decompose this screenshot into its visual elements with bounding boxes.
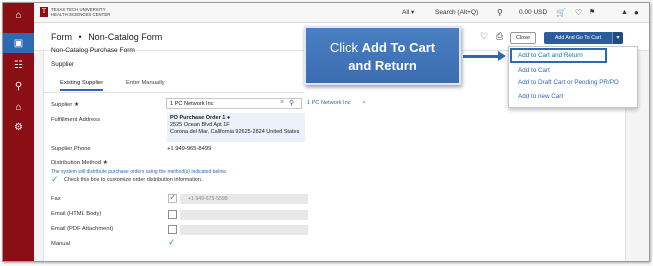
fulfillment-label: Fulfillment Address xyxy=(51,117,100,123)
callout-arrow xyxy=(463,55,499,58)
location-pin-icon: ● xyxy=(226,115,231,121)
selected-supplier-chip[interactable]: 1 PC Network Inc × xyxy=(307,100,366,106)
search-icon[interactable]: ⚲ xyxy=(497,3,503,23)
manual-checkbox[interactable]: ✓ xyxy=(168,237,176,248)
menu-item-add-to-cart[interactable]: Add to Cart xyxy=(518,67,550,74)
supplier-phone-value: +1 949-965-8499 xyxy=(167,146,212,152)
add-options-dropdown-button[interactable]: ▾ xyxy=(612,32,623,44)
print-icon[interactable]: ⎙ xyxy=(496,31,503,42)
home-icon[interactable]: ⌂ xyxy=(3,5,34,25)
vendor-icon[interactable]: ⚲ xyxy=(3,76,34,96)
supplier-search-icon[interactable]: ⚲ xyxy=(289,99,294,107)
distribution-label: Distribution Method ★ xyxy=(51,160,108,166)
email-html-label: Email (HTML Body) xyxy=(51,211,102,217)
breadcrumb-root[interactable]: Form xyxy=(51,32,72,42)
address-name: PO Purchase Order 1 ● xyxy=(170,115,231,121)
university-logo[interactable]: T Texas Tech University Health Sciences … xyxy=(40,7,110,17)
logo-mark-icon: T xyxy=(40,7,48,17)
instruction-callout: Click Add To Cart and Return xyxy=(304,26,461,85)
search-scope-select[interactable]: All ▾ xyxy=(402,3,414,23)
supplier-phone-label: Supplier Phone xyxy=(51,146,91,152)
email-html-checkbox[interactable] xyxy=(168,210,177,219)
user-icon[interactable]: ● xyxy=(634,3,639,23)
breadcrumb: Form • Non-Catalog Form xyxy=(51,32,162,42)
add-and-go-to-cart-button[interactable]: Add And Go To Cart xyxy=(544,32,612,44)
cart-icon[interactable]: ▣ xyxy=(3,33,34,53)
address-street: 2525 Ocean Blvd Apt 1F xyxy=(170,122,230,128)
left-nav-rail: ⌂ ▣ ☷ ⚲ ⌂ ⚙ xyxy=(3,3,34,261)
fax-label: Fax xyxy=(51,196,61,202)
search-input[interactable]: Search (Alt+Q) xyxy=(435,3,478,23)
cart-icon-top[interactable]: 🛒 xyxy=(556,3,566,23)
add-to-cart-menu: Add to Cart and Return Add to Cart Add t… xyxy=(508,46,638,108)
tab-existing-supplier[interactable]: Existing Supplier xyxy=(60,80,104,91)
settings-icon[interactable]: ⚙ xyxy=(3,117,34,137)
menu-item-add-to-cart-and-return[interactable]: Add to Cart and Return xyxy=(518,52,583,59)
cart-total[interactable]: 0.00 USD xyxy=(519,3,547,23)
clear-icon[interactable]: × xyxy=(280,99,284,106)
section-title: Non-Catalog Purchase Form xyxy=(51,47,135,54)
remove-chip-icon[interactable]: × xyxy=(363,100,366,106)
documents-icon[interactable]: ☷ xyxy=(3,55,34,75)
supplier-label: Supplier ★ xyxy=(51,102,80,108)
fax-input[interactable]: +1 949-675-5599 xyxy=(180,194,308,204)
supplier-input[interactable]: 1 PC Network Inc × ⚲ xyxy=(166,98,302,109)
email-pdf-label: Email (PDF Attachment) xyxy=(51,226,114,232)
top-bar: T Texas Tech University Health Sciences … xyxy=(34,3,649,23)
tabs-divider xyxy=(44,92,304,93)
menu-item-add-to-draft-cart[interactable]: Add to Draft Cart or Pending PR/PO xyxy=(518,79,619,86)
manual-label: Manual xyxy=(51,241,71,247)
breadcrumb-separator: • xyxy=(78,32,82,42)
email-pdf-input[interactable] xyxy=(180,225,308,235)
notifications-icon[interactable]: ▲ xyxy=(621,3,628,23)
email-html-input[interactable] xyxy=(180,210,308,220)
supplier-heading: Supplier xyxy=(51,61,75,68)
tab-enter-manually[interactable]: Enter Manually xyxy=(126,80,165,86)
favorite-form-icon[interactable]: ♡ xyxy=(480,31,488,42)
customize-label: Check this box to customize order distri… xyxy=(64,177,203,183)
fax-checkbox[interactable]: ✓ xyxy=(168,192,177,203)
address-city: Corona del Mar, California 92625-2824 Un… xyxy=(170,129,300,135)
bank-icon[interactable]: ⌂ xyxy=(3,97,34,117)
close-button[interactable]: Close xyxy=(510,32,536,44)
favorites-icon[interactable]: ♡ xyxy=(575,3,582,23)
app-window: ⌂ ▣ ☷ ⚲ ⌂ ⚙ T Texas Tech University Heal… xyxy=(2,2,650,262)
menu-item-add-to-new-cart[interactable]: Add to new Cart xyxy=(518,93,563,100)
fax-check-icon: ✓ xyxy=(169,192,177,202)
callout-arrow-head xyxy=(498,51,506,61)
logo-text: Texas Tech University Health Sciences Ce… xyxy=(51,7,111,17)
email-pdf-checkbox[interactable] xyxy=(168,225,177,234)
page-title: Non-Catalog Form xyxy=(88,32,163,42)
customize-checkbox[interactable]: ✓ xyxy=(51,174,59,185)
distribution-note: The system will distribute purchase orde… xyxy=(51,169,227,175)
flag-icon[interactable]: ⚑ xyxy=(589,3,595,23)
fulfillment-address[interactable]: PO Purchase Order 1 ● 2525 Ocean Blvd Ap… xyxy=(167,113,305,142)
